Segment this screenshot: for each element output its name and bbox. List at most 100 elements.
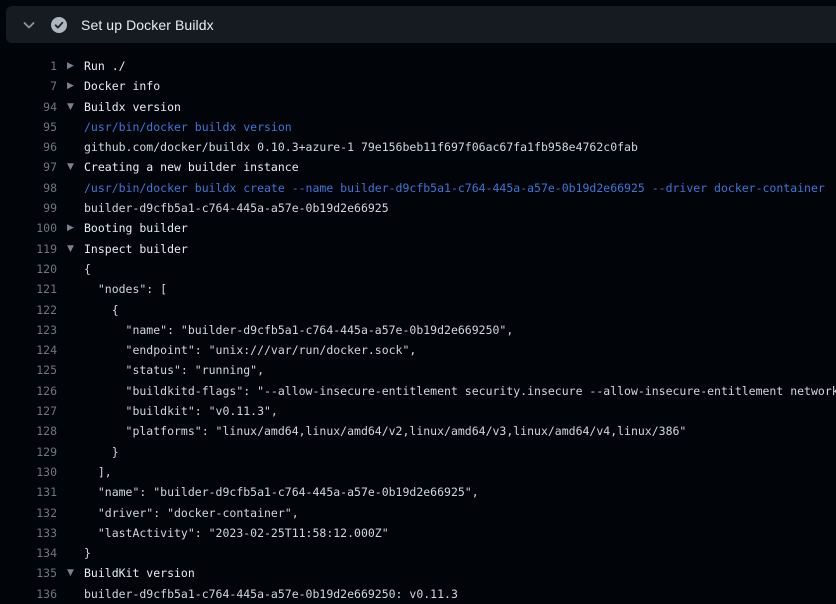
fold-toggle-icon [57,523,84,543]
log-line[interactable]: 135 ▼ BuildKit version [0,563,836,583]
log-line[interactable]: 97 ▼ Creating a new builder instance [0,157,836,177]
line-number[interactable]: 95 [0,117,57,137]
log-line: 96 github.com/docker/buildx 0.10.3+azure… [0,137,836,157]
log-line: 99 builder-d9cfb5a1-c764-445a-a57e-0b19d… [0,198,836,218]
log-line-text: "status": "running", [84,360,264,380]
log-line: 120 { [0,259,836,279]
line-number[interactable]: 128 [0,421,57,441]
log-line: 123 "name": "builder-d9cfb5a1-c764-445a-… [0,320,836,340]
fold-toggle-icon [57,178,84,198]
line-number[interactable]: 129 [0,442,57,462]
log-line: 128 "platforms": "linux/amd64,linux/amd6… [0,421,836,441]
fold-toggle-icon [57,421,84,441]
log-line-text: "buildkitd-flags": "--allow-insecure-ent… [84,381,836,401]
log-line: 127 "buildkit": "v0.11.3", [0,401,836,421]
log-line-text: builder-d9cfb5a1-c764-445a-a57e-0b19d2e6… [84,584,458,604]
fold-toggle-icon [57,543,84,563]
fold-toggle-icon [57,381,84,401]
log-line-text: { [84,300,119,320]
log-line-text: "driver": "docker-container", [84,503,299,523]
line-number[interactable]: 134 [0,543,57,563]
log-line[interactable]: 94 ▼ Buildx version [0,97,836,117]
line-number[interactable]: 135 [0,563,57,583]
log-line-text: Run ./ [84,56,126,76]
line-number[interactable]: 7 [0,76,57,96]
fold-toggle-icon[interactable]: ▶ [57,56,84,76]
log-line-text: /usr/bin/docker buildx create --name bui… [84,178,825,198]
fold-toggle-icon [57,584,84,604]
line-number[interactable]: 123 [0,320,57,340]
log-line-text: "name": "builder-d9cfb5a1-c764-445a-a57e… [84,482,479,502]
log-line: 132 "driver": "docker-container", [0,503,836,523]
fold-toggle-icon [57,117,84,137]
line-number[interactable]: 1 [0,56,57,76]
line-number[interactable]: 119 [0,239,57,259]
fold-toggle-icon [57,401,84,421]
step-title: Set up Docker Buildx [81,17,214,33]
log-line: 125 "status": "running", [0,360,836,380]
log-line: 129 } [0,442,836,462]
line-number[interactable]: 100 [0,218,57,238]
line-number[interactable]: 126 [0,381,57,401]
log-line-text: } [84,442,119,462]
line-number[interactable]: 125 [0,360,57,380]
line-number[interactable]: 94 [0,97,57,117]
fold-toggle-icon [57,462,84,482]
log-line: 134 } [0,543,836,563]
fold-toggle-icon[interactable]: ▼ [57,563,84,583]
fold-toggle-icon[interactable]: ▼ [57,97,84,117]
fold-toggle-icon [57,259,84,279]
line-number[interactable]: 120 [0,259,57,279]
check-circle-icon [51,17,67,33]
log-line-text: Buildx version [84,97,181,117]
line-number[interactable]: 131 [0,482,57,502]
fold-toggle-icon[interactable]: ▼ [57,157,84,177]
line-number[interactable]: 98 [0,178,57,198]
log-line-text: Inspect builder [84,239,188,259]
line-number[interactable]: 97 [0,157,57,177]
log-line-text: builder-d9cfb5a1-c764-445a-a57e-0b19d2e6… [84,198,389,218]
log-line-text: Booting builder [84,218,188,238]
log-line: 126 "buildkitd-flags": "--allow-insecure… [0,381,836,401]
line-number[interactable]: 96 [0,137,57,157]
line-number[interactable]: 130 [0,462,57,482]
log-line[interactable]: 119 ▼ Inspect builder [0,239,836,259]
fold-toggle-icon [57,320,84,340]
log-line[interactable]: 100 ▶ Booting builder [0,218,836,238]
log-line: 98 /usr/bin/docker buildx create --name … [0,178,836,198]
fold-toggle-icon[interactable]: ▶ [57,218,84,238]
log-line-text: ], [84,462,112,482]
log-line[interactable]: 1 ▶ Run ./ [0,56,836,76]
log-line[interactable]: 7 ▶ Docker info [0,76,836,96]
log-line-text: { [84,259,91,279]
line-number[interactable]: 133 [0,523,57,543]
log-line: 95 /usr/bin/docker buildx version [0,117,836,137]
fold-toggle-icon [57,137,84,157]
step-header[interactable]: Set up Docker Buildx [6,6,836,43]
fold-toggle-icon [57,198,84,218]
fold-toggle-icon[interactable]: ▶ [57,76,84,96]
log-line: 131 "name": "builder-d9cfb5a1-c764-445a-… [0,482,836,502]
log-line: 130 ], [0,462,836,482]
fold-toggle-icon [57,300,84,320]
log-line-text: } [84,543,91,563]
log-line: 133 "lastActivity": "2023-02-25T11:58:12… [0,523,836,543]
log-line-text: "lastActivity": "2023-02-25T11:58:12.000… [84,523,389,543]
line-number[interactable]: 99 [0,198,57,218]
log-line-text: "buildkit": "v0.11.3", [84,401,278,421]
line-number[interactable]: 122 [0,300,57,320]
line-number[interactable]: 136 [0,584,57,604]
log-line-text: BuildKit version [84,563,195,583]
line-number[interactable]: 132 [0,503,57,523]
log-line-text: "platforms": "linux/amd64,linux/amd64/v2… [84,421,686,441]
chevron-down-icon[interactable] [21,17,37,33]
log-line: 136 builder-d9cfb5a1-c764-445a-a57e-0b19… [0,584,836,604]
line-number[interactable]: 124 [0,340,57,360]
line-number[interactable]: 121 [0,279,57,299]
log-line: 121 "nodes": [ [0,279,836,299]
fold-toggle-icon [57,503,84,523]
log-area: 1 ▶ Run ./ 7 ▶ Docker info 94 ▼ Buildx v… [0,43,836,604]
line-number[interactable]: 127 [0,401,57,421]
log-line: 124 "endpoint": "unix:///var/run/docker.… [0,340,836,360]
fold-toggle-icon[interactable]: ▼ [57,239,84,259]
